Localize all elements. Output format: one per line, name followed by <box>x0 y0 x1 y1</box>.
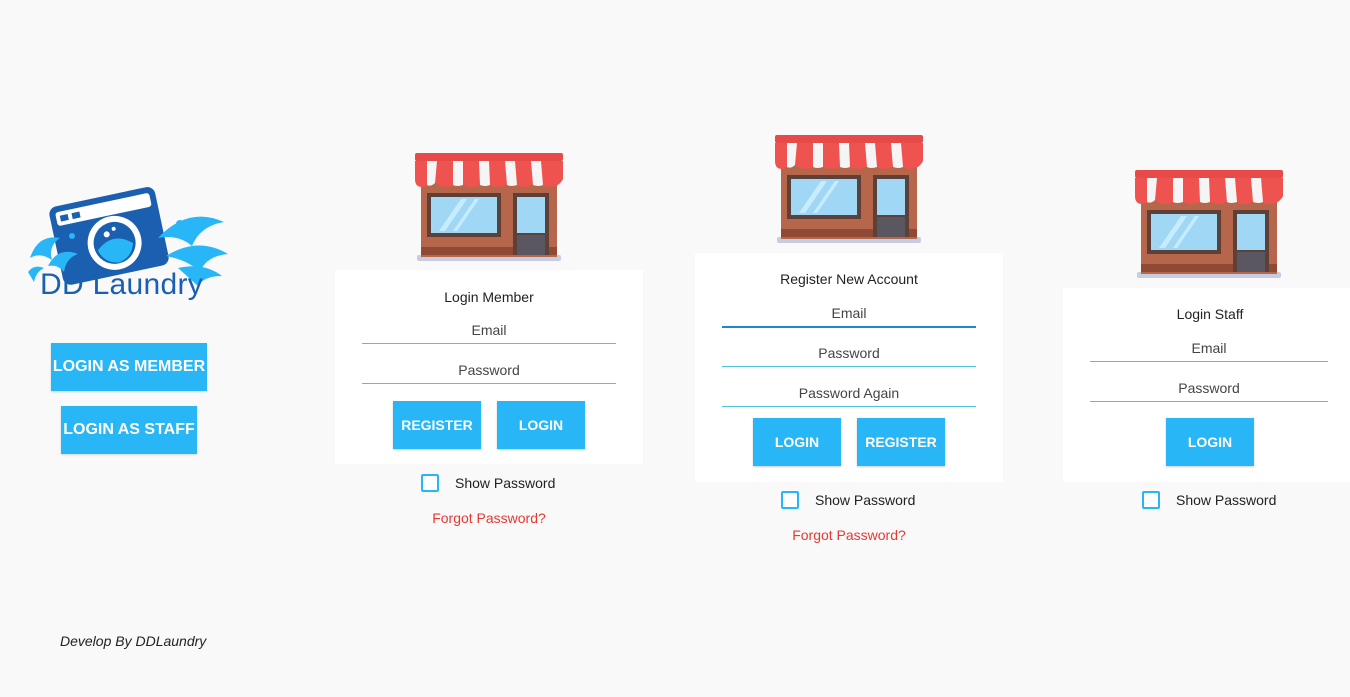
register-card: Register New Account Email Password Pass… <box>695 253 1003 482</box>
show-password-toggle[interactable]: Show Password <box>421 474 555 492</box>
forgot-password-link[interactable]: Forgot Password? <box>749 527 949 543</box>
login-button[interactable]: LOGIN <box>1166 418 1254 466</box>
storefront-icon <box>415 153 563 261</box>
forgot-password-link[interactable]: Forgot Password? <box>389 510 589 526</box>
show-password-toggle[interactable]: Show Password <box>781 491 915 509</box>
checkbox-icon[interactable] <box>421 474 439 492</box>
developer-credit: Develop By DDLaundry <box>60 633 207 649</box>
login-button[interactable]: LOGIN <box>753 418 841 466</box>
brand-name: DD Laundry <box>40 268 204 301</box>
card-title: Register New Account <box>780 271 918 287</box>
login-as-member-button[interactable]: LOGIN AS MEMBER <box>51 343 207 391</box>
checkbox-icon[interactable] <box>1142 491 1160 509</box>
register-button[interactable]: REGISTER <box>857 418 945 466</box>
email-field[interactable]: Email <box>362 322 616 344</box>
login-button[interactable]: LOGIN <box>497 401 585 449</box>
storefront-icon <box>775 135 923 243</box>
password-again-field[interactable]: Password Again <box>722 385 976 407</box>
password-field[interactable]: Password <box>722 345 976 367</box>
storefront-icon <box>1135 170 1283 278</box>
password-field[interactable]: Password <box>1090 380 1328 402</box>
register-button[interactable]: REGISTER <box>393 401 481 449</box>
password-field[interactable]: Password <box>362 362 616 384</box>
checkbox-icon[interactable] <box>781 491 799 509</box>
email-field[interactable]: Email <box>722 305 976 328</box>
show-password-toggle[interactable]: Show Password <box>1142 491 1276 509</box>
card-title: Login Member <box>444 289 534 305</box>
member-login-card: Login Member Email Password REGISTER LOG… <box>335 270 643 464</box>
email-field[interactable]: Email <box>1090 340 1328 362</box>
card-title: Login Staff <box>1176 306 1244 322</box>
staff-login-card: Login Staff Email Password LOGIN <box>1063 288 1350 482</box>
login-as-staff-button[interactable]: LOGIN AS STAFF <box>61 406 197 454</box>
